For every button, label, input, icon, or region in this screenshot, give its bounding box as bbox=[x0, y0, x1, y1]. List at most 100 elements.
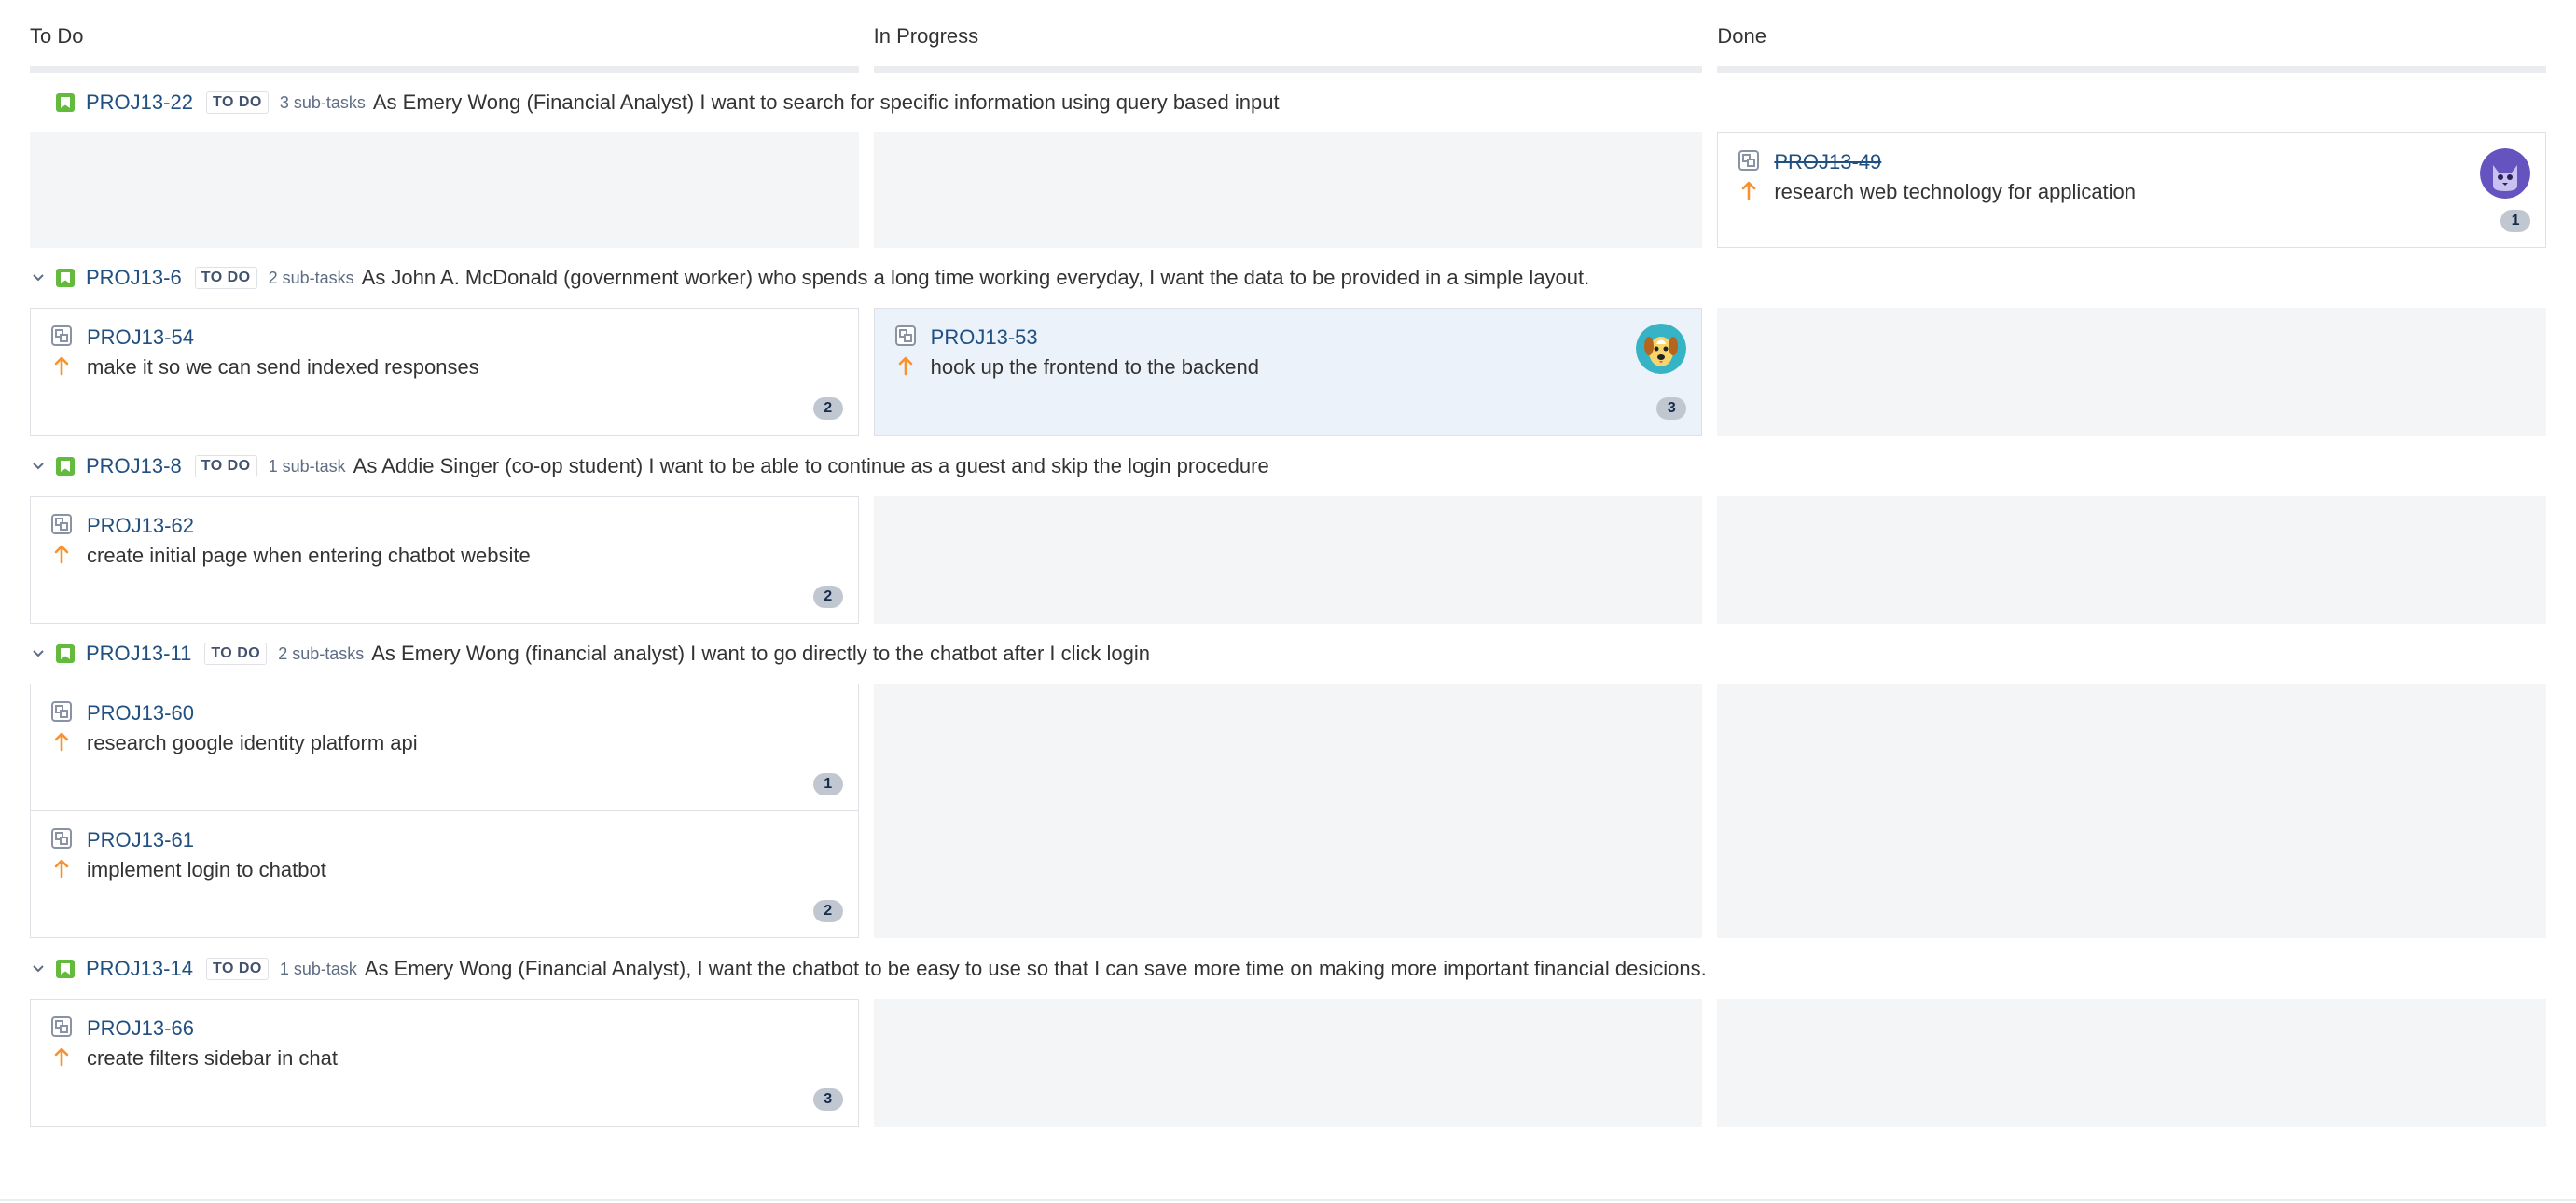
subtask-count: 1 sub-task bbox=[268, 456, 346, 476]
column-cell-todo: PROJ13-62 create initial page when enter… bbox=[30, 496, 859, 624]
assignee-avatar[interactable] bbox=[1636, 324, 1687, 374]
swimlane-row: PROJ13-60 research google identity platf… bbox=[30, 684, 2547, 938]
issue-card[interactable]: PROJ13-54 make it so we can send indexed… bbox=[30, 308, 859, 436]
subtask-count: 2 sub-tasks bbox=[268, 268, 354, 287]
column-header-bar bbox=[873, 66, 1703, 73]
issue-card[interactable]: PROJ13-62 create initial page when enter… bbox=[30, 496, 859, 624]
swimlane-row: PROJ13-54 make it so we can send indexed… bbox=[30, 308, 2547, 436]
estimate-badge: 1 bbox=[2500, 210, 2531, 232]
board-footer-divider bbox=[0, 1199, 2576, 1201]
column-header-todo: To Do bbox=[30, 17, 859, 73]
subtask-icon bbox=[51, 701, 72, 722]
story-icon bbox=[56, 269, 75, 287]
column-cell-done bbox=[1717, 496, 2547, 624]
issue-summary: create filters sidebar in chat bbox=[87, 1046, 339, 1070]
subtask-count: 1 sub-task bbox=[279, 959, 357, 978]
issue-key-link[interactable]: PROJ13-62 bbox=[87, 512, 841, 540]
issue-card[interactable]: PROJ13-61 implement login to chatbot 2 bbox=[30, 810, 859, 938]
swimlane-header[interactable]: PROJ13-8 TO DO 1 sub-task As Addie Singe… bbox=[30, 448, 1269, 485]
swimlane-header[interactable]: PROJ13-14 TO DO 1 sub-task As Emery Wong… bbox=[30, 950, 1707, 988]
subtask-icon bbox=[51, 514, 72, 534]
column-cell-todo: PROJ13-60 research google identity platf… bbox=[30, 684, 859, 938]
column-cell-inprogress bbox=[873, 684, 1703, 938]
column-headers: To Do In Progress Done bbox=[30, 17, 2547, 73]
column-cell-todo: PROJ13-54 make it so we can send indexed… bbox=[30, 308, 859, 436]
issue-card[interactable]: PROJ13-60 research google identity platf… bbox=[30, 684, 859, 811]
subtask-count: 2 sub-tasks bbox=[278, 643, 365, 663]
priority-high-icon bbox=[53, 355, 70, 376]
issue-key-link[interactable]: PROJ13-60 bbox=[87, 699, 841, 727]
estimate-badge: 3 bbox=[812, 1088, 843, 1111]
subtask-icon bbox=[894, 325, 916, 346]
issue-summary: make it so we can send indexed responses bbox=[87, 355, 479, 379]
issue-summary: research web technology for application bbox=[1774, 180, 2137, 203]
issue-key-link[interactable]: PROJ13-49 bbox=[1774, 148, 2528, 176]
swimlane-row: PROJ13-62 create initial page when enter… bbox=[30, 496, 2547, 624]
story-summary: As Emery Wong (financial analyst) I want… bbox=[371, 642, 1150, 665]
issue-summary: implement login to chatbot bbox=[87, 857, 326, 881]
issue-card[interactable]: PROJ13-49 research web technology for ap… bbox=[1717, 132, 2547, 248]
swimlane-header[interactable]: PROJ13-22 TO DO 3 sub-tasks As Emery Won… bbox=[30, 84, 1280, 121]
column-title: In Progress bbox=[873, 24, 979, 48]
column-cell-inprogress: PROJ13-53 hook up the frontend to the ba… bbox=[873, 308, 1703, 436]
status-lozenge: TO DO bbox=[194, 267, 257, 289]
assignee-avatar[interactable] bbox=[2480, 148, 2531, 199]
story-icon bbox=[56, 960, 75, 978]
chevron-down-icon[interactable] bbox=[30, 650, 47, 657]
story-summary: As John A. McDonald (government worker) … bbox=[361, 266, 1590, 289]
story-summary: As Emery Wong (Financial Analyst), I wan… bbox=[364, 957, 1707, 980]
status-lozenge: TO DO bbox=[194, 455, 257, 477]
column-cell-done bbox=[1717, 308, 2547, 436]
swimlane-header[interactable]: PROJ13-6 TO DO 2 sub-tasks As John A. Mc… bbox=[30, 259, 1589, 297]
estimate-badge: 2 bbox=[812, 900, 843, 922]
column-header-inprogress: In Progress bbox=[873, 17, 1703, 73]
priority-high-icon bbox=[897, 355, 914, 376]
chevron-down-icon[interactable] bbox=[30, 274, 47, 282]
issue-key-link[interactable]: PROJ13-53 bbox=[931, 324, 1685, 352]
column-cell-done bbox=[1717, 684, 2547, 938]
estimate-badge: 1 bbox=[812, 772, 843, 795]
story-summary: As Emery Wong (Financial Analyst) I want… bbox=[372, 90, 1280, 114]
story-key-link[interactable]: PROJ13-14 bbox=[86, 957, 193, 981]
column-header-bar bbox=[1717, 66, 2547, 73]
swimlane-header[interactable]: PROJ13-11 TO DO 2 sub-tasks As Emery Won… bbox=[30, 635, 1150, 672]
issue-key-link[interactable]: PROJ13-66 bbox=[87, 1015, 841, 1043]
column-cell-done bbox=[1717, 999, 2547, 1127]
issue-key-link[interactable]: PROJ13-61 bbox=[87, 826, 841, 854]
subtask-icon bbox=[1738, 150, 1760, 171]
priority-high-icon bbox=[53, 1046, 70, 1067]
column-cell-inprogress bbox=[873, 999, 1703, 1127]
status-lozenge: TO DO bbox=[205, 958, 269, 980]
subtask-icon bbox=[51, 827, 72, 849]
column-cell-todo: PROJ13-66 create filters sidebar in chat… bbox=[30, 999, 859, 1127]
status-lozenge: TO DO bbox=[205, 91, 269, 114]
issue-key-link[interactable]: PROJ13-54 bbox=[87, 324, 841, 352]
story-icon bbox=[56, 644, 75, 663]
column-header-done: Done bbox=[1717, 17, 2547, 73]
story-key-link[interactable]: PROJ13-22 bbox=[86, 90, 193, 115]
story-summary: As Addie Singer (co-op student) I want t… bbox=[353, 454, 1269, 477]
swimlane-row: PROJ13-66 create filters sidebar in chat… bbox=[30, 999, 2547, 1127]
column-title: Done bbox=[1717, 24, 1766, 48]
subtask-icon bbox=[51, 1016, 72, 1037]
column-cell-done: PROJ13-49 research web technology for ap… bbox=[1717, 132, 2547, 248]
subtask-count: 3 sub-tasks bbox=[279, 92, 366, 112]
issue-card[interactable]: PROJ13-66 create filters sidebar in chat… bbox=[30, 999, 859, 1127]
column-cell-inprogress bbox=[873, 132, 1703, 248]
priority-high-icon bbox=[53, 731, 70, 752]
estimate-badge: 3 bbox=[1656, 397, 1687, 420]
issue-summary: research google identity platform api bbox=[87, 731, 418, 754]
story-key-link[interactable]: PROJ13-11 bbox=[86, 642, 191, 666]
chevron-down-icon[interactable] bbox=[30, 965, 47, 973]
priority-high-icon bbox=[53, 544, 70, 564]
subtask-icon bbox=[51, 325, 72, 346]
chevron-down-icon[interactable] bbox=[30, 463, 47, 470]
column-cell-inprogress bbox=[873, 496, 1703, 624]
status-lozenge: TO DO bbox=[204, 643, 268, 665]
column-title: To Do bbox=[30, 24, 84, 48]
issue-card[interactable]: PROJ13-53 hook up the frontend to the ba… bbox=[873, 308, 1703, 436]
story-key-link[interactable]: PROJ13-8 bbox=[86, 454, 182, 478]
story-key-link[interactable]: PROJ13-6 bbox=[86, 266, 182, 290]
story-icon bbox=[56, 457, 75, 476]
column-header-bar bbox=[30, 66, 859, 73]
